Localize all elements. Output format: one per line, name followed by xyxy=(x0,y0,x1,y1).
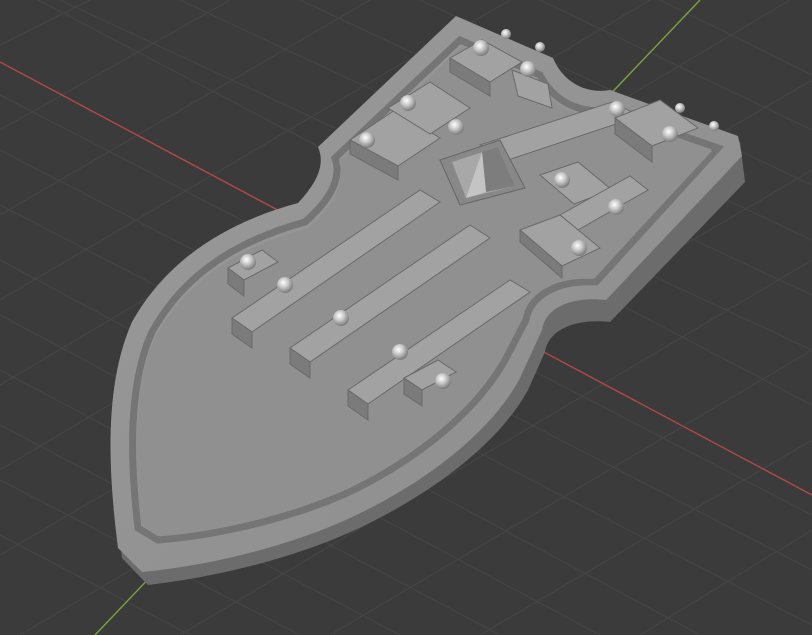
stud xyxy=(535,42,545,52)
stud xyxy=(435,373,451,389)
stud xyxy=(392,344,408,360)
stud xyxy=(609,101,625,117)
stud xyxy=(520,61,536,77)
stud xyxy=(400,95,416,111)
stud xyxy=(448,119,464,135)
stud xyxy=(554,172,570,188)
viewport-canvas[interactable] xyxy=(0,0,812,635)
stud xyxy=(277,277,293,293)
stud xyxy=(359,132,375,148)
stud xyxy=(675,103,685,113)
stud xyxy=(662,126,678,142)
stud xyxy=(240,254,256,270)
stud xyxy=(333,310,349,326)
stud xyxy=(473,40,489,56)
3d-viewport[interactable] xyxy=(0,0,812,635)
stud xyxy=(571,240,587,256)
stud xyxy=(608,199,624,215)
stud xyxy=(709,121,719,131)
stud xyxy=(501,29,511,39)
